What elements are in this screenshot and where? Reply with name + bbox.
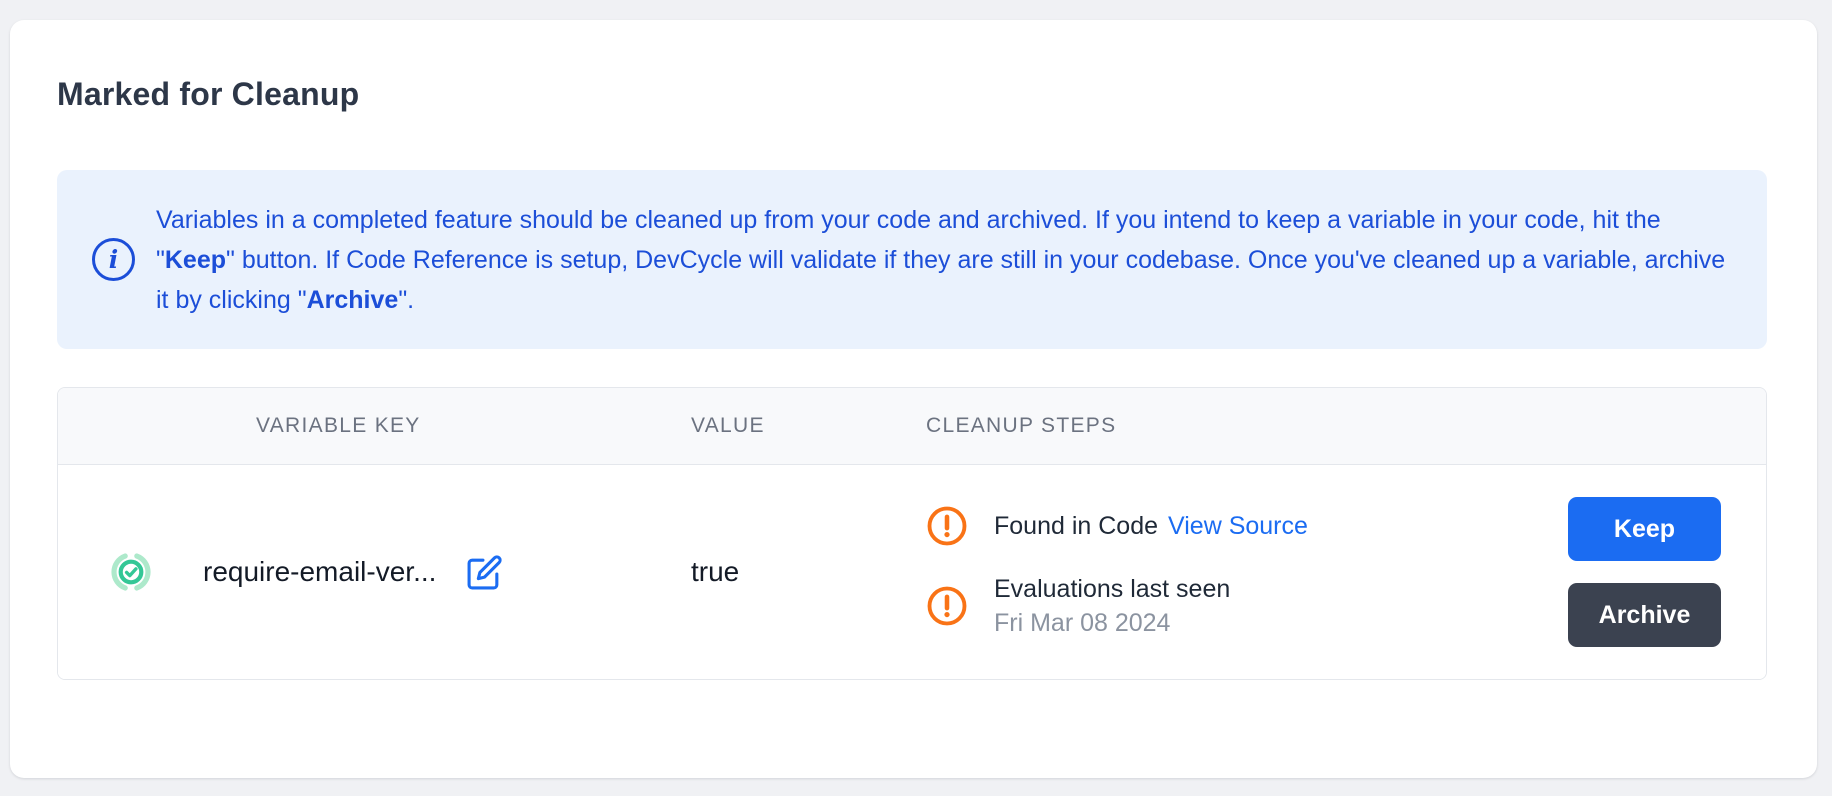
evaluations-label: Evaluations last seen	[994, 573, 1230, 605]
variable-key-cell: require-email-ver...	[203, 554, 691, 591]
banner-archive-bold: Archive	[307, 286, 399, 314]
variable-key: require-email-ver...	[203, 556, 436, 588]
banner-text: Variables in a completed feature should …	[156, 200, 1727, 320]
warning-icon	[926, 585, 968, 627]
edit-variable-button[interactable]	[466, 554, 503, 591]
table-header: VARIABLE KEY VALUE CLEANUP STEPS	[58, 388, 1766, 465]
cleanup-steps-cell: Found in Code View Source Evaluations las…	[926, 505, 1568, 639]
info-icon: i	[92, 238, 135, 281]
archive-button[interactable]: Archive	[1568, 583, 1721, 647]
marked-for-cleanup-card: Marked for Cleanup i Variables in a comp…	[10, 20, 1817, 778]
warning-icon	[926, 505, 968, 547]
banner-keep-bold: Keep	[165, 246, 226, 274]
info-banner: i Variables in a completed feature shoul…	[57, 170, 1767, 349]
status-cell	[58, 549, 203, 595]
keep-button[interactable]: Keep	[1568, 497, 1721, 561]
banner-text-segment: ".	[398, 286, 414, 314]
cleanup-table: VARIABLE KEY VALUE CLEANUP STEPS require…	[57, 387, 1767, 680]
completed-status-icon	[108, 549, 154, 595]
cleanup-step-found-in-code: Found in Code View Source	[926, 505, 1568, 547]
pencil-edit-icon	[466, 554, 503, 591]
cleanup-step-evaluations: Evaluations last seen Fri Mar 08 2024	[926, 573, 1568, 639]
variable-value: true	[691, 556, 926, 588]
step-label: Found in Code View Source	[994, 510, 1308, 542]
header-variable-key: VARIABLE KEY	[203, 414, 691, 438]
row-actions: Keep Archive	[1568, 497, 1766, 647]
view-source-link[interactable]: View Source	[1168, 512, 1308, 540]
table-row: require-email-ver... true	[58, 465, 1766, 679]
evaluations-date: Fri Mar 08 2024	[994, 607, 1230, 639]
header-value: VALUE	[691, 414, 926, 438]
found-in-code-label: Found in Code	[994, 512, 1158, 540]
page-title: Marked for Cleanup	[57, 20, 1767, 114]
header-cleanup-steps: CLEANUP STEPS	[926, 414, 1568, 438]
step-text-block: Evaluations last seen Fri Mar 08 2024	[994, 573, 1230, 639]
